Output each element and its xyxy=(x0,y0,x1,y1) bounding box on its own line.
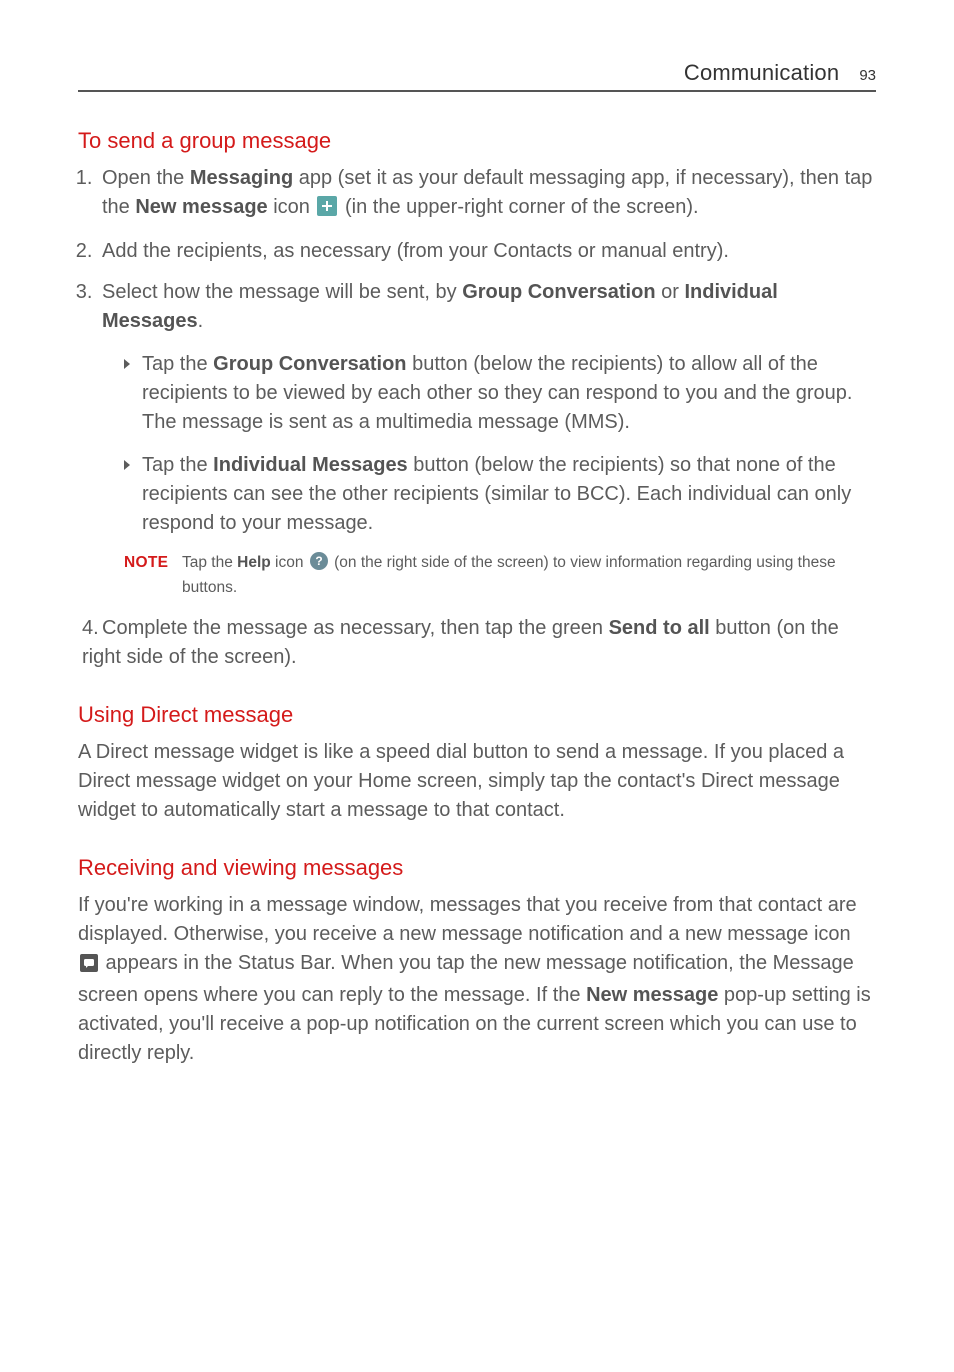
recv-p1c: New message xyxy=(586,984,718,1006)
step-4-number: 4. xyxy=(82,614,102,643)
step-3-sub-1: Tap the Group Conversation button (below… xyxy=(124,350,876,437)
step-3-text-b: Group Conversation xyxy=(462,281,655,303)
page-header: Communication 93 xyxy=(78,60,876,92)
step-4-text-a: Complete the message as necessary, then … xyxy=(102,617,609,639)
section-heading-receiving: Receiving and viewing messages xyxy=(78,855,876,881)
step-2: Add the recipients, as necessary (from y… xyxy=(98,237,876,266)
page: Communication 93 To send a group message… xyxy=(0,0,954,1372)
note-t2: Help xyxy=(237,554,271,571)
step-3-sub2-a: Tap the xyxy=(142,454,213,476)
step-3-sub1-a: Tap the xyxy=(142,353,213,375)
step-3-sublist: Tap the Group Conversation button (below… xyxy=(102,350,876,538)
step-3-sub-2: Tap the Individual Messages button (belo… xyxy=(124,451,876,538)
note-t1: Tap the xyxy=(182,554,237,571)
direct-message-body: A Direct message widget is like a speed … xyxy=(78,738,876,825)
note-label: NOTE xyxy=(124,552,182,600)
new-message-plus-icon xyxy=(317,196,337,225)
help-question-icon: ? xyxy=(310,552,328,577)
step-1: Open the Messaging app (set it as your d… xyxy=(98,164,876,225)
steps-list: Open the Messaging app (set it as your d… xyxy=(78,164,876,672)
step-3-sub1-b: Group Conversation xyxy=(213,353,406,375)
recv-p1a: If you're working in a message window, m… xyxy=(78,894,857,945)
step-1-text-b: Messaging xyxy=(190,167,293,189)
receiving-body: If you're working in a message window, m… xyxy=(78,891,876,1068)
note-row: NOTE Tap the Help icon ? (on the right s… xyxy=(124,552,876,600)
header-page-number: 93 xyxy=(859,67,876,84)
message-status-icon xyxy=(80,952,98,981)
step-1-text-e: icon xyxy=(268,196,316,218)
note-t3: icon xyxy=(271,554,308,571)
note-text: Tap the Help icon ? (on the right side o… xyxy=(182,552,876,600)
step-3: Select how the message will be sent, by … xyxy=(98,278,876,600)
step-1-text-d: New message xyxy=(135,196,267,218)
step-3-text-c: or xyxy=(656,281,685,303)
step-1-text-f: (in the upper-right corner of the screen… xyxy=(339,196,698,218)
step-3-sub2-b: Individual Messages xyxy=(213,454,408,476)
section-heading-send-group: To send a group message xyxy=(78,128,876,154)
section-heading-direct-message: Using Direct message xyxy=(78,702,876,728)
step-3-text-e: . xyxy=(198,310,204,332)
step-4-text-b: Send to all xyxy=(609,617,710,639)
header-section-title: Communication xyxy=(684,60,839,86)
step-3-text-a: Select how the message will be sent, by xyxy=(102,281,462,303)
step-1-text-a: Open the xyxy=(102,167,190,189)
svg-text:?: ? xyxy=(315,554,322,568)
step-4: 4.Complete the message as necessary, the… xyxy=(78,614,876,672)
